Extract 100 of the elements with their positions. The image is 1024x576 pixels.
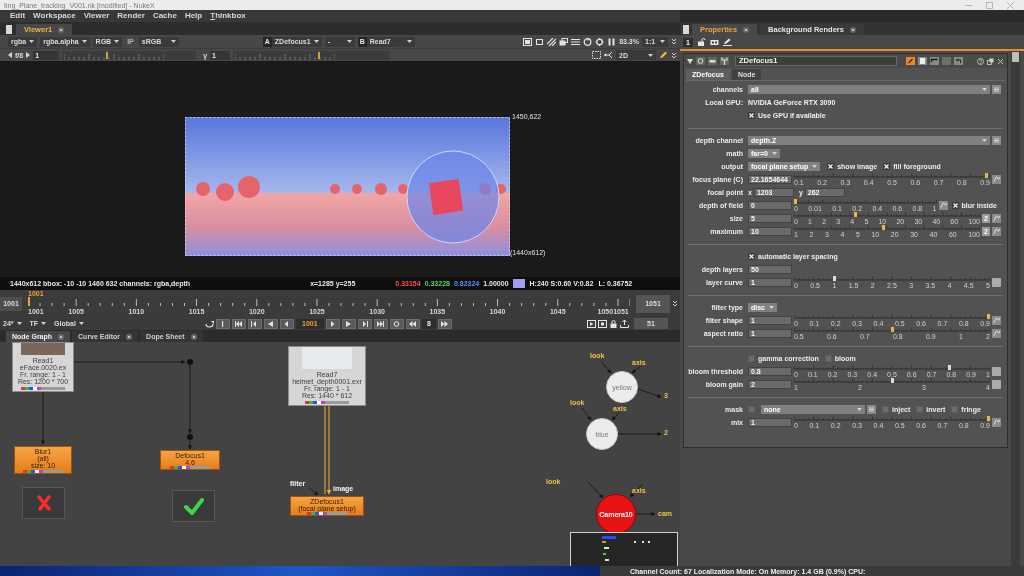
slider-handle[interactable]: [854, 212, 858, 217]
curved-arrow-icon[interactable]: [204, 319, 214, 328]
collapse-caret-icon[interactable]: [687, 58, 693, 64]
double-chevron-icon[interactable]: [672, 300, 678, 307]
play-button[interactable]: [325, 318, 340, 329]
double-chevron-icon[interactable]: [671, 38, 677, 45]
film-icon[interactable]: [710, 38, 719, 46]
previous-arrow-icon[interactable]: [8, 52, 12, 58]
close-icon[interactable]: [849, 26, 856, 33]
crop-region-icon[interactable]: [592, 51, 601, 59]
checkbox[interactable]: [748, 406, 755, 413]
play-backward-button[interactable]: [279, 318, 294, 329]
bracket-icon[interactable]: [930, 57, 939, 65]
loop-button[interactable]: [389, 318, 404, 329]
caret-icon: [78, 322, 84, 325]
exposure-slider[interactable]: [62, 50, 197, 60]
checkbox[interactable]: [748, 355, 755, 362]
page-icon[interactable]: [918, 57, 927, 65]
slider-handle[interactable]: [832, 276, 836, 281]
gamma-slider[interactable]: [233, 50, 390, 60]
checkbox[interactable]: [824, 355, 832, 362]
float-icon[interactable]: [987, 57, 994, 65]
curve-button[interactable]: [938, 201, 948, 210]
menu-item[interactable]: Cache: [148, 12, 181, 20]
slider-handle[interactable]: [985, 173, 989, 178]
lock-icon[interactable]: [697, 38, 706, 46]
close-icon[interactable]: [997, 57, 1004, 65]
status-tile[interactable]: [22, 487, 65, 519]
close-icon[interactable]: [58, 333, 65, 340]
skip-forward-button[interactable]: [437, 318, 452, 329]
stacked-windows-icon[interactable]: [559, 37, 569, 46]
blank-tile-icon[interactable]: [942, 57, 951, 65]
scrollbar-thumb[interactable]: [1012, 52, 1019, 62]
branch-icon[interactable]: [604, 51, 613, 59]
gear-icon[interactable]: [595, 37, 605, 46]
slider-handle[interactable]: [794, 199, 797, 204]
wrench-icon[interactable]: [720, 57, 729, 65]
circle-icon[interactable]: [696, 57, 705, 65]
pause-icon[interactable]: [607, 37, 617, 46]
close-icon[interactable]: [126, 333, 133, 340]
last-frame-button[interactable]: [373, 318, 388, 329]
stop-icon[interactable]: [598, 319, 607, 328]
step-back-button[interactable]: [263, 318, 278, 329]
bar-icon[interactable]: [708, 57, 717, 65]
next-arrow-icon[interactable]: [26, 52, 31, 58]
skip-back-button[interactable]: [405, 318, 420, 329]
undo-icon[interactable]: [954, 57, 963, 65]
thumbnail-placeholder: [21, 343, 65, 355]
checkbox[interactable]: [951, 406, 959, 413]
checkbox[interactable]: [882, 406, 889, 413]
channel-indicator-icon: [170, 466, 210, 469]
pencil-icon[interactable]: [723, 38, 732, 46]
caret-icon: [406, 40, 412, 43]
checkbox[interactable]: [916, 406, 924, 413]
slider-handle[interactable]: [948, 365, 952, 370]
caret-icon: [648, 53, 653, 57]
menu-item[interactable]: Thinkbox: [206, 12, 250, 20]
menu-item[interactable]: Viewer: [79, 12, 114, 20]
menu-item[interactable]: Render: [113, 12, 149, 20]
close-icon[interactable]: [743, 26, 750, 33]
slider-handle[interactable]: [890, 327, 894, 332]
slider-handle[interactable]: [987, 416, 990, 421]
slider-handle[interactable]: [987, 314, 990, 319]
menu-item[interactable]: Workspace: [29, 12, 80, 20]
first-frame-button[interactable]: [231, 318, 246, 329]
scrollbar[interactable]: [1011, 51, 1020, 566]
slider-handle[interactable]: [105, 51, 108, 59]
cross-mark-icon: [749, 254, 754, 259]
hatched-icon[interactable]: [547, 37, 557, 46]
in-point-button[interactable]: [215, 318, 230, 329]
cross-mark-icon: [952, 203, 958, 208]
play-icon[interactable]: [587, 319, 596, 328]
play-backward-icon: [283, 320, 291, 327]
previous-keyframe-button[interactable]: [247, 318, 262, 329]
lock-icon[interactable]: [609, 319, 618, 328]
slider-handle[interactable]: [317, 51, 320, 59]
close-icon[interactable]: [190, 333, 197, 340]
step-forward-button[interactable]: [341, 318, 356, 329]
menu-item[interactable]: Help: [180, 12, 207, 20]
channel-indicator-icon: [305, 401, 349, 404]
monitor-icon[interactable]: [523, 37, 533, 46]
menu-item[interactable]: Edit: [6, 12, 30, 20]
pencil-icon[interactable]: [906, 57, 915, 65]
square-icon[interactable]: [535, 37, 545, 46]
next-keyframe-button[interactable]: [357, 318, 372, 329]
help-icon[interactable]: [977, 57, 984, 65]
list-icon[interactable]: [571, 37, 581, 46]
pencil-icon[interactable]: [659, 51, 668, 59]
caret-icon: [29, 40, 35, 43]
export-icon[interactable]: [620, 319, 629, 328]
double-chevron-icon[interactable]: [671, 51, 677, 59]
close-icon[interactable]: [58, 26, 65, 33]
caret-icon: [346, 40, 352, 43]
status-tile[interactable]: [172, 490, 215, 522]
slider-handle[interactable]: [881, 225, 885, 230]
refresh-icon[interactable]: [583, 37, 593, 46]
node-graph-canvas[interactable]: [0, 342, 680, 566]
step-forward-icon: [345, 320, 353, 327]
caret-icon: [660, 40, 665, 43]
slider-handle[interactable]: [890, 378, 894, 383]
